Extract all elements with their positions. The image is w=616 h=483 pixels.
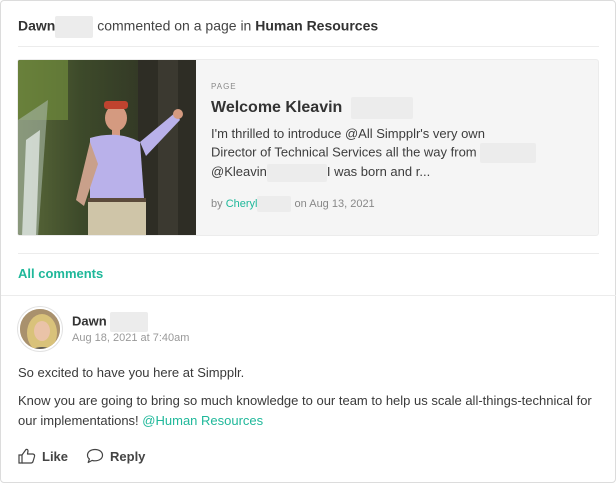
comment-text: So excited to have you here at Simpplr. xyxy=(18,365,245,380)
page-type-label: PAGE xyxy=(211,82,237,91)
page-excerpt: I'm thrilled to introduce @All Simpplr's… xyxy=(211,125,591,182)
header-divider xyxy=(18,46,599,47)
page-thumbnail-image[interactable] xyxy=(18,60,196,235)
mention-link[interactable]: @Human Resources xyxy=(142,413,263,428)
comment-text-body: Know you are going to bring so much know… xyxy=(18,393,592,428)
comment-timestamp[interactable]: Aug 18, 2021 at 7:40am xyxy=(72,332,189,344)
page-meta: by Cheryl on Aug 13, 2021 xyxy=(211,195,591,212)
all-comments-link[interactable]: All comments xyxy=(18,266,103,281)
avatar[interactable] xyxy=(18,307,62,351)
comment-actions: Like Reply xyxy=(18,448,163,464)
activity-target-link[interactable]: Human Resources xyxy=(255,18,378,34)
redacted-surname xyxy=(55,16,94,38)
actor-name[interactable]: Dawn xyxy=(18,18,55,34)
speech-bubble-icon xyxy=(86,448,104,464)
activity-verb: commented on a page in xyxy=(97,17,252,34)
page-preview-body: PAGE Welcome Kleavin I'm thrilled to int… xyxy=(211,82,591,212)
page-date: on Aug 13, 2021 xyxy=(294,197,375,210)
like-button[interactable]: Like xyxy=(18,448,68,464)
page-preview-card[interactable]: PAGE Welcome Kleavin I'm thrilled to int… xyxy=(17,59,599,236)
page-title-link[interactable]: Welcome Kleavin xyxy=(211,97,591,119)
redacted-surname xyxy=(266,163,327,182)
redacted-surname xyxy=(110,312,149,332)
photo-thumbnail xyxy=(18,60,196,235)
user-photo xyxy=(20,309,60,349)
page-author-link[interactable]: Cheryl xyxy=(226,197,258,209)
redacted-surname xyxy=(350,97,413,119)
reply-button[interactable]: Reply xyxy=(86,448,145,464)
redacted-location xyxy=(480,143,537,163)
thumbs-up-icon xyxy=(18,448,36,464)
activity-header: Dawn commented on a page in Human Resour… xyxy=(18,16,378,38)
redacted-surname xyxy=(257,195,292,212)
comments-divider xyxy=(1,295,616,296)
preview-divider xyxy=(18,253,599,254)
activity-card: Dawn commented on a page in Human Resour… xyxy=(0,0,616,483)
comment-author[interactable]: Dawn xyxy=(72,312,149,332)
